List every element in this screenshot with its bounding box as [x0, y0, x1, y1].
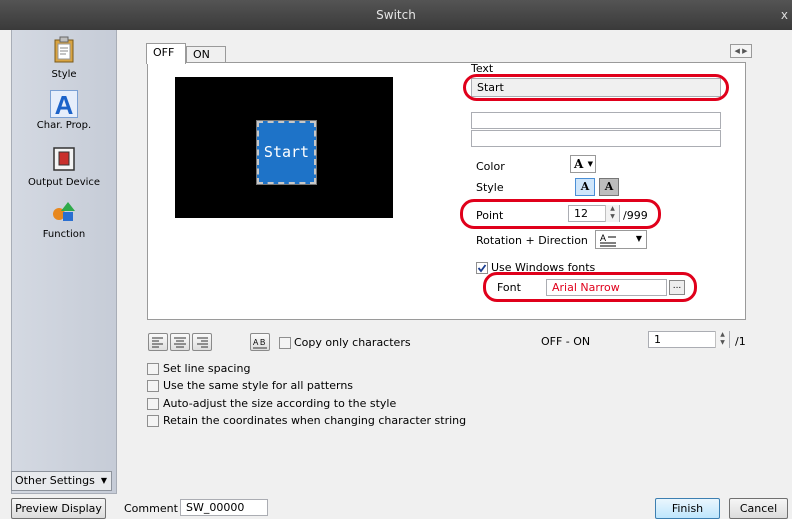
align-center-button[interactable] — [170, 333, 190, 351]
same-style-checkbox[interactable] — [147, 380, 159, 392]
use-windows-fonts-label: Use Windows fonts — [491, 261, 596, 274]
tab-scroll-arrows[interactable]: ◀ ▶ — [730, 44, 752, 58]
char-spacing-icon: AB — [253, 338, 267, 349]
sidebar: Style A Char. Prop. Output Device Functi… — [11, 30, 117, 494]
color-label: Color — [476, 160, 505, 173]
cancel-button[interactable]: Cancel — [729, 498, 788, 519]
copy-only-characters-checkbox[interactable] — [279, 337, 291, 349]
sidebar-item-output-device[interactable]: Output Device — [12, 146, 116, 188]
font-label: Font — [497, 281, 521, 294]
svg-text:A: A — [253, 338, 259, 347]
sidebar-item-label: Char. Prop. — [36, 120, 92, 131]
align-right-button[interactable] — [192, 333, 212, 351]
other-settings-label: Other Settings — [15, 474, 95, 487]
color-picker[interactable]: A ▼ — [570, 155, 596, 173]
point-max: /999 — [623, 209, 648, 222]
sidebar-item-char-prop[interactable]: A Char. Prop. — [12, 90, 116, 131]
align-center-icon — [174, 337, 186, 348]
align-right-icon — [197, 337, 208, 348]
window-title-bar: Switch — [0, 0, 792, 30]
svg-text:A: A — [55, 91, 74, 117]
same-style-label: Use the same style for all patterns — [163, 379, 354, 392]
retain-coordinates-checkbox[interactable] — [147, 415, 159, 427]
style-normal-button[interactable]: A — [575, 178, 595, 196]
sidebar-item-label: Style — [51, 69, 77, 80]
retain-coordinates-label: Retain the coordinates when changing cha… — [163, 414, 467, 427]
auto-adjust-label: Auto-adjust the size according to the st… — [163, 397, 397, 410]
copy-only-characters-label: Copy only characters — [294, 336, 411, 349]
output-device-icon — [53, 147, 75, 171]
align-left-button[interactable] — [148, 333, 168, 351]
clipboard-icon — [54, 36, 74, 63]
comment-input[interactable]: SW_00000 — [180, 499, 268, 516]
set-line-spacing-checkbox[interactable] — [147, 363, 159, 375]
preview-display-button[interactable]: Preview Display — [11, 498, 106, 519]
align-left-icon — [152, 337, 163, 348]
sidebar-item-label: Output Device — [27, 177, 101, 188]
rotation-label: Rotation + Direction — [476, 234, 588, 247]
sidebar-item-function[interactable]: Function — [12, 200, 116, 240]
tab-on[interactable]: ON — [186, 46, 226, 63]
use-windows-fonts-checkbox[interactable] — [476, 262, 488, 274]
text-direction-icon: A — [600, 233, 616, 247]
font-browse-button[interactable]: ... — [669, 280, 685, 295]
chevron-down-icon: ▼ — [587, 159, 593, 168]
style-shadow-button[interactable]: A — [599, 178, 619, 196]
text-line-2[interactable] — [471, 112, 721, 129]
font-value-field[interactable]: Arial Narrow — [546, 279, 667, 296]
point-label: Point — [476, 209, 504, 222]
other-settings-dropdown[interactable]: Other Settings ▼ — [11, 471, 112, 491]
checkmark-icon — [477, 264, 487, 273]
sidebar-item-style[interactable]: Style — [12, 36, 116, 80]
set-line-spacing-label: Set line spacing — [163, 362, 251, 375]
svg-text:A: A — [600, 233, 606, 243]
text-line-1[interactable]: Start — [471, 78, 721, 97]
text-line-3[interactable] — [471, 130, 721, 147]
comment-label: Comment — [124, 502, 178, 515]
off-on-label: OFF - ON — [541, 335, 591, 348]
chevron-down-icon: ▼ — [635, 234, 642, 243]
finish-button[interactable]: Finish — [655, 498, 720, 519]
preview-switch-button[interactable]: Start — [256, 120, 317, 185]
close-icon[interactable]: x — [781, 0, 788, 30]
letter-a-icon: A — [55, 90, 74, 120]
char-spacing-button[interactable]: AB — [250, 333, 270, 351]
chevron-down-icon: ▼ — [100, 476, 107, 485]
rotation-dropdown[interactable]: A ▼ — [595, 230, 647, 249]
svg-text:B: B — [260, 338, 265, 347]
color-swatch-letter: A — [574, 157, 584, 171]
auto-adjust-checkbox[interactable] — [147, 398, 159, 410]
point-spinner[interactable]: ▲ ▼ — [605, 205, 619, 222]
shapes-icon — [53, 202, 75, 221]
style-label: Style — [476, 181, 504, 194]
text-label: Text — [471, 62, 494, 75]
tab-off[interactable]: OFF — [146, 43, 186, 64]
sidebar-item-label: Function — [42, 229, 86, 240]
off-on-spinner[interactable]: ▲ ▼ — [715, 331, 729, 348]
off-on-max: /1 — [735, 335, 746, 348]
window-title: Switch — [376, 8, 416, 22]
